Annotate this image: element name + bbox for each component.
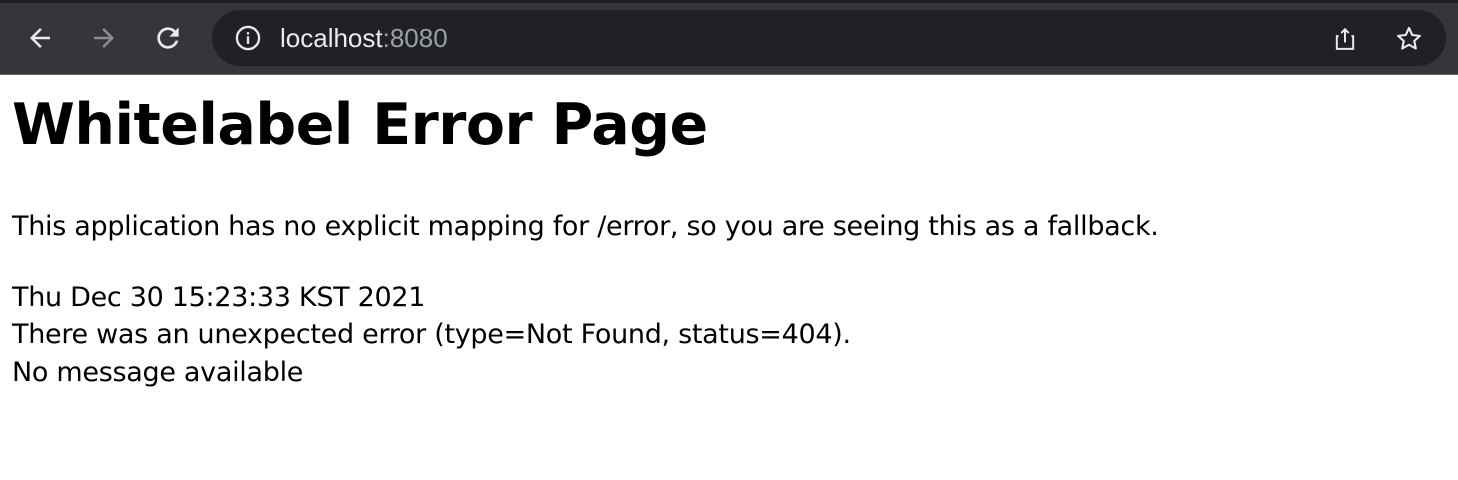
forward-button[interactable] [84, 18, 124, 58]
address-bar[interactable]: localhost:8080 [212, 10, 1446, 66]
reload-icon [157, 27, 179, 49]
star-icon [1397, 26, 1421, 50]
tab-strip-edge [0, 0, 1458, 3]
info-icon[interactable] [234, 24, 262, 52]
error-message: No message available [12, 357, 304, 388]
url-port: :8080 [382, 23, 448, 53]
back-button[interactable] [20, 18, 60, 58]
share-button[interactable] [1328, 22, 1362, 56]
reload-button[interactable] [148, 18, 188, 58]
url-text[interactable]: localhost:8080 [280, 22, 448, 54]
toolbar-divider [0, 74, 1458, 75]
error-summary: There was an unexpected error (type=Not … [12, 319, 851, 350]
arrow-left-icon [30, 28, 50, 48]
page-title: Whitelabel Error Page [12, 92, 708, 158]
browser-toolbar: localhost:8080 [0, 0, 1458, 75]
arrow-right-icon [94, 28, 114, 48]
error-description: This application has no explicit mapping… [12, 211, 1159, 242]
error-timestamp: Thu Dec 30 15:23:33 KST 2021 [12, 282, 426, 313]
url-host: localhost [280, 23, 383, 53]
bookmark-button[interactable] [1392, 22, 1426, 56]
share-icon [1335, 27, 1355, 50]
